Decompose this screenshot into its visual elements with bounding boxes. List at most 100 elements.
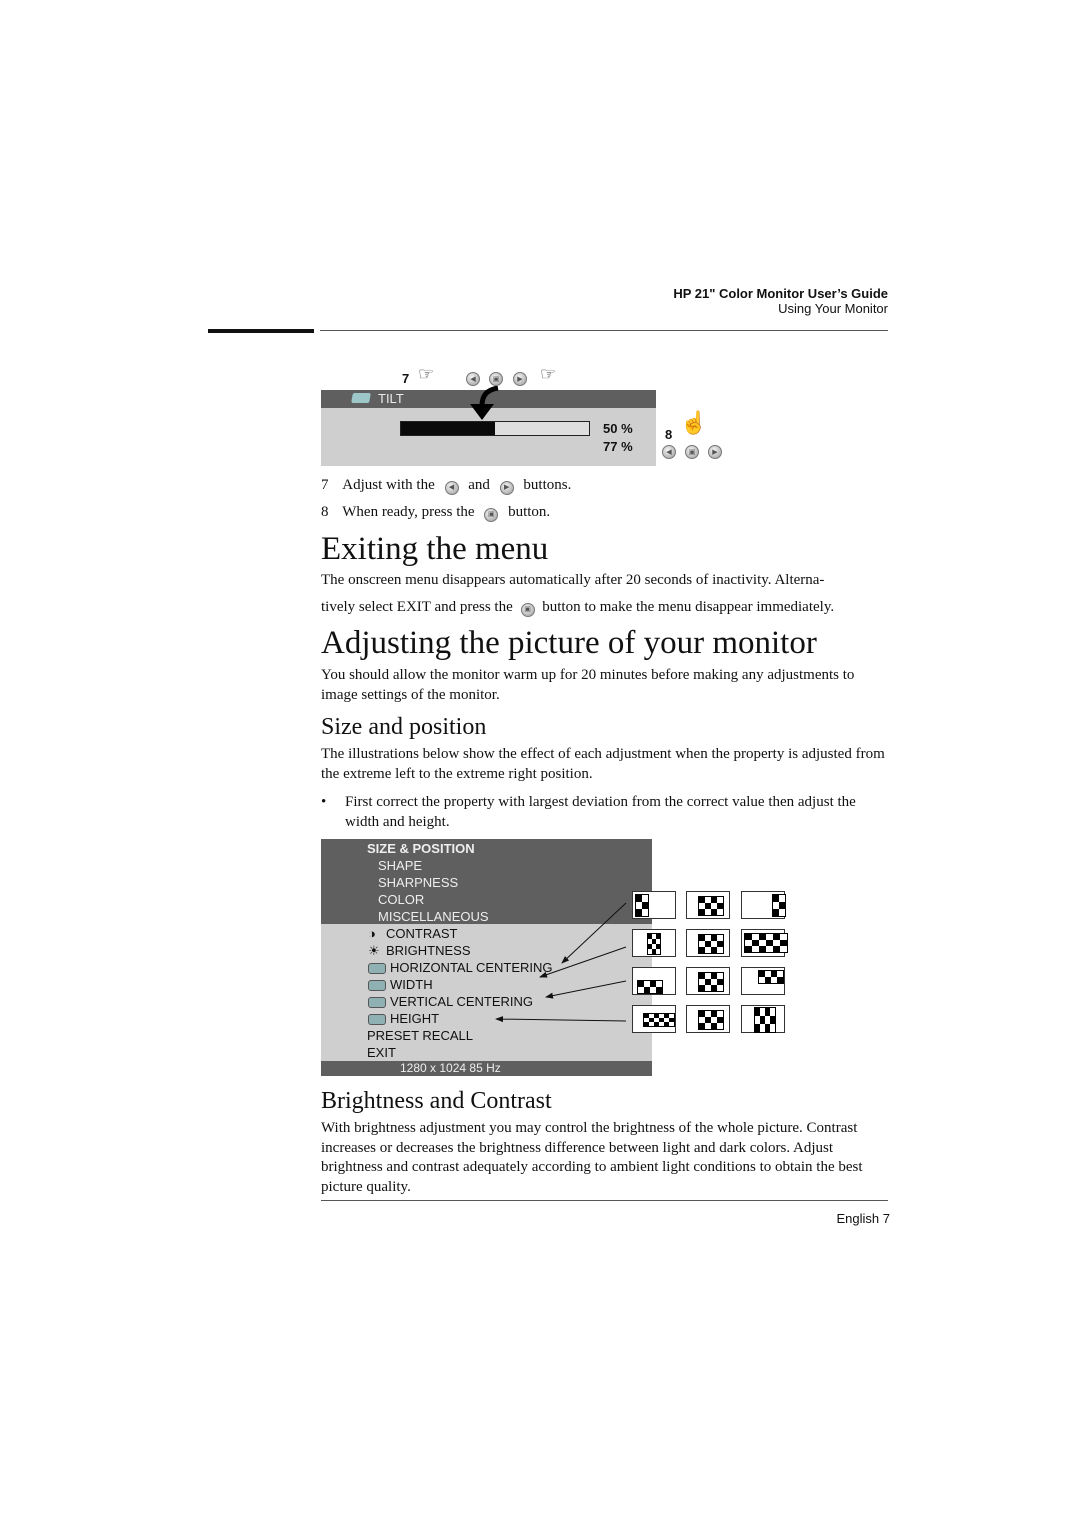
step-7-callout: 7	[402, 371, 410, 386]
checker-cell	[656, 987, 662, 993]
checker-cell	[779, 909, 785, 916]
horizontal-centering-icon	[368, 963, 386, 975]
arrow-vertical-centering	[545, 980, 627, 999]
adjusting-para: You should allow the monitor warm up for…	[321, 667, 855, 703]
heading-size-position: Size and position	[321, 714, 487, 740]
checker-cell	[669, 1022, 674, 1026]
checkerboard-pattern	[698, 972, 724, 992]
bullet-text: First correct the property with largest …	[345, 794, 856, 830]
menu-item-label: CONTRAST	[386, 926, 458, 941]
heading-adjusting-picture: Adjusting the picture of your monitor	[321, 625, 817, 661]
left-button-icon: ◀	[444, 480, 459, 495]
height-icon	[368, 1014, 386, 1026]
checker-cell	[777, 977, 783, 983]
step-text: button.	[508, 504, 551, 520]
menu-button-icon: ▣	[520, 602, 535, 617]
checker-cell	[656, 949, 660, 954]
step-text: and	[468, 477, 490, 493]
header-rule	[320, 330, 888, 331]
checker-cell	[773, 946, 780, 952]
page-number: English 7	[836, 1211, 890, 1226]
adjustment-thumbnail	[632, 891, 676, 919]
brightness-icon: ☀	[368, 943, 380, 958]
checkerboard-pattern	[744, 933, 788, 953]
adjustment-thumbnail	[632, 929, 676, 957]
step-text: buttons.	[523, 477, 572, 493]
checker-cell	[770, 1008, 775, 1016]
checkerboard-pattern	[635, 894, 649, 917]
arrow-down-icon	[470, 386, 499, 420]
right-button-icon: ▶	[499, 480, 514, 495]
tilt-slider-fill	[401, 422, 495, 435]
vertical-centering-icon	[368, 997, 386, 1009]
tilt-icon	[351, 393, 371, 403]
pointing-hand-icon: ☜	[540, 364, 557, 384]
menu-item-width[interactable]: WIDTH	[368, 976, 433, 993]
menu-button-icon: ▣	[489, 372, 503, 386]
checker-cell	[766, 946, 773, 952]
checker-cell	[779, 895, 785, 902]
left-button-icon: ◀	[662, 445, 676, 459]
adjustment-thumbnail	[686, 1005, 730, 1033]
section-subtitle: Using Your Monitor	[778, 301, 888, 316]
brightness-contrast-para: With brightness adjustment you may contr…	[321, 1120, 863, 1195]
menu-item-label: WIDTH	[390, 977, 433, 992]
exiting-para-line1: The onscreen menu disappears automatical…	[321, 572, 825, 588]
callout-arrows	[495, 902, 627, 1023]
checkerboard-pattern	[643, 1013, 675, 1027]
checker-cell	[642, 902, 648, 909]
checker-cell	[780, 946, 787, 952]
document-title: HP 21" Color Monitor User’s Guide	[673, 286, 888, 301]
menu-item-miscellaneous[interactable]: MISCELLANEOUS	[378, 908, 489, 925]
bullet-mark: •	[321, 794, 327, 810]
menu-item-height[interactable]: HEIGHT	[368, 1010, 439, 1027]
checkerboard-pattern	[758, 970, 784, 984]
adjustment-thumbnail	[632, 1005, 676, 1033]
checker-cell	[759, 946, 766, 952]
tilt-slider[interactable]	[400, 421, 590, 436]
exiting-para-line2: tively select EXIT and press the ▣ butto…	[321, 598, 891, 618]
osd-menu-title: TILT	[378, 391, 404, 406]
menu-button-icon: ▣	[484, 507, 499, 522]
step-number: 7	[321, 477, 329, 493]
checkerboard-pattern	[754, 1007, 776, 1033]
menu-item-label: HEIGHT	[390, 1011, 440, 1026]
size-position-para: The illustrations below show the effect …	[321, 746, 885, 782]
menu-item-shape[interactable]: SHAPE	[378, 857, 422, 874]
osd-menu-title: SIZE & POSITION	[367, 841, 475, 856]
menu-item-exit[interactable]: EXIT	[367, 1044, 396, 1061]
menu-button-icon: ▣	[685, 445, 699, 459]
checker-cell	[717, 1023, 723, 1029]
left-button-icon: ◀	[466, 372, 480, 386]
para-text: button to make the menu disappear immedi…	[542, 599, 835, 615]
contrast-icon: ◑	[368, 926, 376, 941]
menu-item-color[interactable]: COLOR	[378, 891, 424, 908]
tilt-secondary-value: 77 %	[603, 439, 633, 454]
step-text: When ready, press the	[342, 504, 475, 520]
checkerboard-pattern	[698, 934, 724, 954]
arrow-height	[495, 1016, 627, 1023]
menu-item-contrast[interactable]: ◑ CONTRAST	[368, 925, 458, 942]
heading-brightness-contrast: Brightness and Contrast	[321, 1088, 552, 1114]
checker-cell	[770, 1016, 775, 1024]
checker-cell	[717, 947, 723, 953]
menu-item-sharpness[interactable]: SHARPNESS	[378, 874, 458, 891]
adjustment-thumbnail	[741, 891, 786, 919]
checker-cell	[717, 985, 723, 991]
menu-item-preset-recall[interactable]: PRESET RECALL	[367, 1027, 473, 1044]
pointing-hand-icon: ☞	[418, 364, 435, 384]
menu-item-brightness[interactable]: ☀ BRIGHTNESS	[368, 942, 471, 959]
para-text: tively select EXIT and press the	[321, 599, 513, 615]
checker-cell	[752, 946, 759, 952]
checkerboard-pattern	[647, 933, 661, 955]
step-7: 7 Adjust with the ◀ and ▶ buttons.	[321, 476, 571, 496]
step-8: 8 When ready, press the ▣ button.	[321, 503, 550, 523]
checkerboard-pattern	[698, 896, 724, 916]
checker-cell	[779, 902, 785, 909]
footer-rule	[321, 1200, 888, 1201]
menu-item-label: BRIGHTNESS	[386, 943, 471, 958]
adjustment-thumbnail	[686, 967, 730, 995]
resolution-status: 1280 x 1024 85 Hz	[400, 1061, 501, 1075]
checkerboard-pattern	[637, 980, 663, 994]
checker-cell	[642, 909, 648, 916]
